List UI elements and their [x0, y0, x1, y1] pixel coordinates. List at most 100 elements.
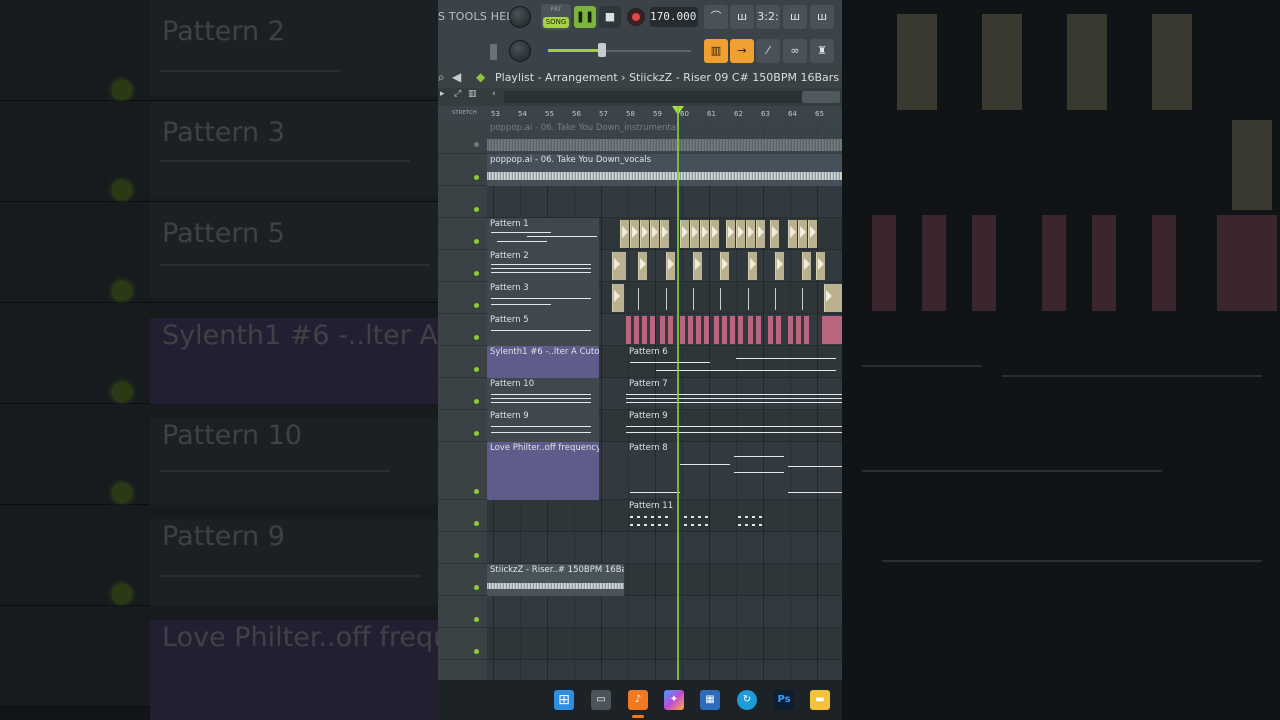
pattern-clip[interactable]: Pattern 8	[626, 442, 842, 500]
track-mute-led[interactable]	[474, 367, 479, 372]
wait-record-icon[interactable]: ш	[730, 5, 754, 29]
bar-number: 58	[626, 110, 635, 118]
track-lane	[487, 628, 842, 660]
track-mute-led[interactable]	[474, 617, 479, 622]
time-display[interactable]: 3:2:	[756, 5, 780, 29]
playlist-name: Playlist - Arrangement	[495, 71, 618, 84]
master-volume-knob[interactable]	[509, 6, 531, 28]
track-mute-led[interactable]	[474, 335, 479, 340]
track-mute-led[interactable]	[474, 239, 479, 244]
stop-button[interactable]: ■	[599, 6, 621, 28]
track-header[interactable]	[438, 410, 487, 442]
track-mute-led[interactable]	[474, 399, 479, 404]
zoom-icon[interactable]: ⤢	[454, 89, 461, 99]
copilot-icon[interactable]: ✦	[664, 690, 684, 710]
track-mute-led[interactable]	[474, 303, 479, 308]
metronome-icon[interactable]: ⌒	[704, 5, 728, 29]
pattern-clip[interactable]: Pattern 3	[487, 282, 599, 314]
pattern-clip[interactable]: Pattern 2	[487, 250, 599, 282]
loop-record-icon[interactable]: ш	[810, 5, 834, 29]
pattern-clip[interactable]: Pattern 5	[487, 314, 599, 346]
arrow-right-icon[interactable]: →	[730, 39, 754, 63]
track-header[interactable]	[438, 532, 487, 564]
track-header[interactable]	[438, 346, 487, 378]
master-pitch-fader[interactable]	[490, 44, 497, 60]
track-header[interactable]	[438, 218, 487, 250]
track-header[interactable]	[438, 596, 487, 628]
audio-clip-riser[interactable]: StiickzZ - Riser..# 150BPM 16Bars	[487, 564, 624, 596]
track-mute-led[interactable]	[474, 553, 479, 558]
automation-clip[interactable]: Sylenth1 #6 -..lter A Cutoff	[487, 346, 599, 378]
windows-start-icon[interactable]: ⊞	[554, 690, 574, 710]
bar-number: 65	[815, 110, 824, 118]
track-mute-led[interactable]	[474, 489, 479, 494]
speaker-icon[interactable]: ◀	[452, 70, 461, 84]
song-label: SONG	[543, 17, 569, 28]
magnifier-icon[interactable]: ⌕	[438, 70, 445, 85]
track-mute-led[interactable]	[474, 271, 479, 276]
audio-clip-instrumental[interactable]: poppop.ai - 06. Take You Down_instrument…	[487, 122, 842, 154]
track-mute-led[interactable]	[474, 431, 479, 436]
track-mute-led[interactable]	[474, 175, 479, 180]
track-header[interactable]	[438, 186, 487, 218]
track-header[interactable]	[438, 282, 487, 314]
scroll-thumb[interactable]	[802, 91, 840, 103]
snap-icon[interactable]: ◆	[476, 70, 485, 84]
clip-label: Pattern 10	[490, 379, 535, 389]
bar-number: 64	[788, 110, 797, 118]
pattern-clip[interactable]: Pattern 9	[487, 410, 599, 442]
track-header[interactable]	[438, 442, 487, 500]
master-volume-slider[interactable]	[598, 43, 606, 57]
bar-number: 56	[572, 110, 581, 118]
clip-label: Pattern 9	[629, 411, 668, 421]
track-mute-led[interactable]	[474, 585, 479, 590]
dimmer	[842, 0, 1280, 720]
task-view-icon[interactable]: ▭	[591, 690, 611, 710]
pattern-clip[interactable]: Pattern 7	[626, 378, 842, 410]
pat-song-toggle[interactable]: PAT SONG	[541, 4, 571, 30]
pattern-clip[interactable]: Pattern 6	[626, 346, 842, 378]
photoshop-icon[interactable]: Ps	[774, 690, 794, 710]
current-clip-name: StiickzZ - Riser 09 C# 150BPM 16Bars	[629, 71, 839, 84]
track-header[interactable]	[438, 500, 487, 532]
track-header[interactable]	[438, 628, 487, 660]
stamp-icon[interactable]: ♜	[810, 39, 834, 63]
audio-clip-vocals[interactable]: poppop.ai - 06. Take You Down_vocals	[487, 154, 842, 186]
link-icon[interactable]: ∞	[783, 39, 807, 63]
clip-label: StiickzZ - Riser..# 150BPM 16Bars	[490, 565, 624, 575]
automation-clip[interactable]: Love Philter..off frequency	[487, 442, 599, 500]
track-header[interactable]	[438, 314, 487, 346]
track-mute-led[interactable]	[474, 521, 479, 526]
tempo-display[interactable]: 170.000	[650, 7, 698, 27]
track-mute-led[interactable]	[474, 649, 479, 654]
track-mute-led[interactable]	[474, 142, 479, 147]
grid-icon[interactable]: ▥	[468, 89, 477, 99]
play-pause-button[interactable]: ❚❚	[574, 6, 596, 28]
piano-roll-icon[interactable]: ▥	[704, 39, 728, 63]
pattern-clip[interactable]: Pattern 10	[487, 378, 599, 410]
scroll-left-icon[interactable]: ‹	[492, 89, 496, 99]
menu-tools-help[interactable]: S TOOLS HELP	[438, 10, 520, 23]
tool-arrow-icon[interactable]: ▸	[440, 89, 445, 99]
clip-label: Pattern 7	[629, 379, 668, 389]
master-pitch-knob[interactable]	[509, 40, 531, 62]
pattern-clip[interactable]: Pattern 9	[626, 410, 842, 442]
track-header[interactable]	[438, 378, 487, 410]
fl-studio-icon[interactable]: ♪	[628, 690, 648, 710]
pattern-clip[interactable]: Pattern 11	[626, 500, 842, 532]
microsoft-store-icon[interactable]: ▦	[700, 690, 720, 710]
track-mute-led[interactable]	[474, 207, 479, 212]
record-button[interactable]	[627, 8, 645, 26]
track-header[interactable]	[438, 154, 487, 186]
scroll-track[interactable]	[504, 91, 838, 103]
brush-icon[interactable]: ⁄	[756, 39, 780, 63]
step-edit-icon[interactable]: ш	[783, 5, 807, 29]
playhead-line	[677, 106, 679, 680]
pattern-clip[interactable]: Pattern 1	[487, 218, 599, 250]
track-header[interactable]	[438, 250, 487, 282]
track-header[interactable]	[438, 564, 487, 596]
timeline-ruler[interactable]: STRETCH 53 54 55 56 57 58 59 60 61 62 63…	[438, 106, 842, 122]
track-header[interactable]	[438, 122, 487, 154]
browser-icon[interactable]: ↻	[737, 690, 757, 710]
file-explorer-icon[interactable]: ▬	[810, 690, 830, 710]
